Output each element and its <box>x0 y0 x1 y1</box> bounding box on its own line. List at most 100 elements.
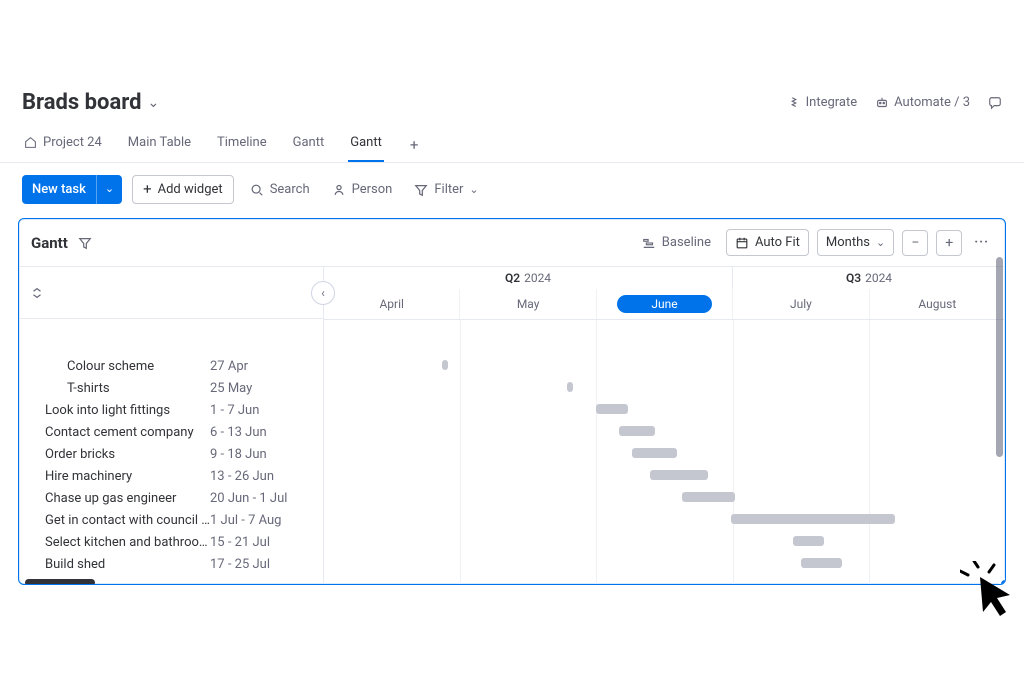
month-cell: July <box>733 289 869 319</box>
zoom-in-button[interactable]: + <box>936 230 962 256</box>
month-cell: May <box>460 289 596 319</box>
month-cell: August <box>870 289 1005 319</box>
tab-gantt-1[interactable]: Gantt <box>291 127 327 162</box>
task-name: T-shirts <box>45 381 210 396</box>
task-row[interactable]: Look into light fittings1 - 7 Jun <box>19 399 323 421</box>
baseline-icon <box>642 236 656 250</box>
person-filter-button[interactable]: Person <box>326 176 399 203</box>
new-task-button[interactable]: New task ⌄ <box>22 175 122 204</box>
board-tabs: Project 24 Main Table Timeline Gantt Gan… <box>0 127 1024 163</box>
quarter-header: Q22024 Q32024 <box>324 267 1005 289</box>
task-name: Build shed <box>45 557 210 572</box>
widget-title: Gantt <box>31 234 68 252</box>
baseline-button[interactable]: Baseline <box>635 230 718 255</box>
gantt-widget: Gantt Baseline Auto Fit Months ⌄ − + <box>18 218 1006 585</box>
grid-column-line <box>460 320 461 584</box>
task-row[interactable]: Get in contact with council ab…1 Jul - 7… <box>19 509 323 531</box>
timescale-select[interactable]: Months ⌄ <box>817 229 894 256</box>
calendar-icon <box>735 236 749 250</box>
task-name: Contact cement company <box>45 425 210 440</box>
gantt-bar[interactable] <box>442 360 448 370</box>
home-icon <box>24 136 37 149</box>
gantt-bar[interactable] <box>801 558 841 568</box>
new-task-label: New task <box>22 175 96 204</box>
vertical-scrollbar[interactable] <box>996 257 1003 457</box>
task-date: 1 Jul - 7 Aug <box>210 513 313 528</box>
expand-rows-button[interactable] <box>25 281 49 305</box>
integrate-button[interactable]: Integrate <box>787 95 858 110</box>
automate-label: Automate / 3 <box>894 95 970 110</box>
gantt-bar[interactable] <box>650 470 708 480</box>
filter-label: Filter <box>434 182 463 197</box>
gantt-grid[interactable] <box>324 320 1005 584</box>
board-toolbar: New task ⌄ + Add widget Search Person Fi… <box>0 163 1024 214</box>
tab-timeline[interactable]: Timeline <box>215 127 269 162</box>
new-task-split[interactable]: ⌄ <box>96 175 122 204</box>
tab-main-table[interactable]: Main Table <box>126 127 193 162</box>
widget-more-button[interactable]: ··· <box>970 230 993 255</box>
task-row[interactable]: Chase up gas engineer20 Jun - 1 Jul <box>19 487 323 509</box>
widget-resize-handle[interactable] <box>999 578 1006 585</box>
filter-button[interactable]: Filter ⌄ <box>408 176 484 203</box>
gantt-bar[interactable] <box>596 404 627 414</box>
quarter-cell: Q32024 <box>733 267 1005 289</box>
task-name: Hire machinery <box>45 469 210 484</box>
speech-bubble-icon <box>988 96 1002 110</box>
task-row[interactable]: Order bricks9 - 18 Jun <box>19 443 323 465</box>
filter-icon[interactable] <box>78 236 92 250</box>
tab-label: Main Table <box>128 135 191 150</box>
add-widget-button[interactable]: + Add widget <box>132 175 234 204</box>
tab-project-24[interactable]: Project 24 <box>22 127 104 162</box>
automate-button[interactable]: Automate / 3 <box>875 95 970 110</box>
task-name: Select kitchen and bathroom <box>45 535 210 550</box>
task-row[interactable]: Contact cement company6 - 13 Jun <box>19 421 323 443</box>
current-month-pill: June <box>617 295 711 313</box>
month-cell: June <box>597 289 733 319</box>
board-title-button[interactable]: Brads board ⌄ <box>22 90 159 115</box>
task-row[interactable]: Select kitchen and bathroom15 - 21 Jul <box>19 531 323 553</box>
grid-column-line <box>596 320 597 584</box>
gantt-bar[interactable] <box>619 426 655 436</box>
task-date: 25 May <box>210 381 313 396</box>
task-date: 15 - 21 Jul <box>210 535 313 550</box>
gantt-bar[interactable] <box>793 536 824 546</box>
task-name: Get in contact with council ab… <box>45 513 210 528</box>
task-row[interactable]: Hire machinery13 - 26 Jun <box>19 465 323 487</box>
gantt-bar[interactable] <box>682 492 735 502</box>
tab-label: Gantt <box>350 135 382 150</box>
auto-fit-button[interactable]: Auto Fit <box>726 229 809 256</box>
quarter-cell: Q22024 <box>324 267 733 289</box>
horizontal-scrollbar[interactable] <box>25 579 95 585</box>
expand-icon <box>30 286 44 300</box>
task-list: Colour scheme27 AprT-shirts25 MayLook in… <box>19 319 323 583</box>
task-name: Order bricks <box>45 447 210 462</box>
task-row[interactable]: T-shirts25 May <box>19 377 323 399</box>
gantt-bar[interactable] <box>731 514 896 524</box>
task-date: 27 Apr <box>210 359 313 374</box>
chevron-down-icon: ⌄ <box>147 95 159 111</box>
collapse-panel-button[interactable]: ‹ <box>311 281 335 305</box>
tab-label: Project 24 <box>43 135 102 150</box>
tab-gantt-2[interactable]: Gantt <box>348 127 384 162</box>
task-name: Chase up gas engineer <box>45 491 210 506</box>
tab-label: Timeline <box>217 135 267 150</box>
plus-icon: + <box>143 182 152 197</box>
gantt-bar[interactable] <box>567 382 573 392</box>
task-row[interactable]: Colour scheme27 Apr <box>19 355 323 377</box>
task-row[interactable]: Build shed17 - 25 Jul <box>19 553 323 575</box>
person-label: Person <box>352 182 393 197</box>
task-date: 1 - 7 Jun <box>210 403 313 418</box>
person-icon <box>332 183 346 197</box>
task-date: 6 - 13 Jun <box>210 425 313 440</box>
task-date: 9 - 18 Jun <box>210 447 313 462</box>
add-tab-button[interactable]: + <box>406 128 423 162</box>
gantt-bar[interactable] <box>632 448 676 458</box>
baseline-label: Baseline <box>662 235 711 250</box>
zoom-out-button[interactable]: − <box>902 230 928 256</box>
board-title: Brads board <box>22 90 141 115</box>
search-button[interactable]: Search <box>244 176 316 203</box>
tab-label: Gantt <box>293 135 325 150</box>
auto-fit-label: Auto Fit <box>755 235 800 250</box>
search-icon <box>250 183 264 197</box>
discussion-button[interactable] <box>988 96 1002 110</box>
